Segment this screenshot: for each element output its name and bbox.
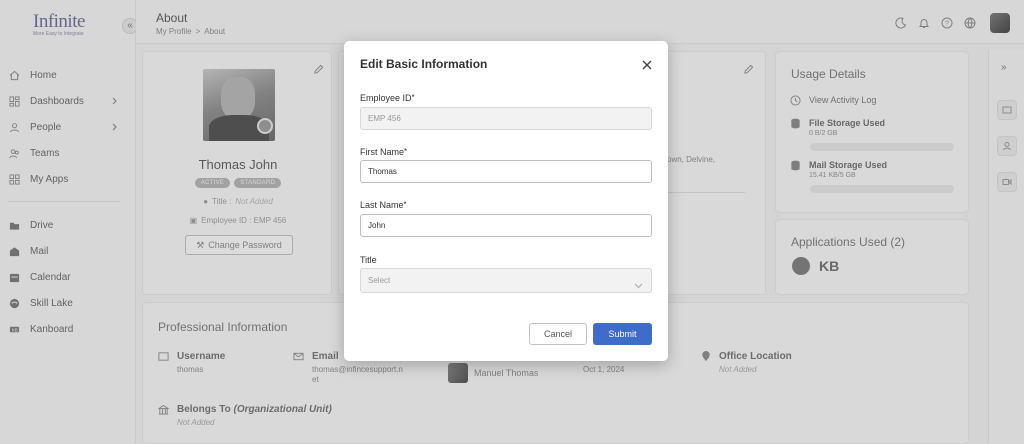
first-name-field[interactable]	[360, 160, 652, 183]
title-label: Title	[360, 255, 377, 265]
first-name-label: First Name*	[360, 147, 407, 157]
employee-id-label-text: Employee ID	[360, 93, 412, 103]
chevron-down-icon	[634, 276, 643, 289]
edit-basic-information-modal: Edit Basic Information Employee ID* Firs…	[344, 41, 668, 361]
title-select[interactable]: Select	[360, 268, 652, 293]
last-name-label: Last Name*	[360, 200, 407, 210]
employee-id-field[interactable]	[360, 107, 652, 130]
submit-button[interactable]: Submit	[593, 323, 652, 345]
last-name-label-text: Last Name	[360, 200, 404, 210]
required-mark: *	[404, 147, 408, 156]
cancel-button[interactable]: Cancel	[529, 323, 587, 345]
modal-title: Edit Basic Information	[360, 57, 488, 71]
title-select-placeholder: Select	[368, 276, 391, 285]
employee-id-label: Employee ID*	[360, 93, 415, 103]
last-name-field[interactable]	[360, 214, 652, 237]
first-name-label-text: First Name	[360, 147, 405, 157]
required-mark: *	[403, 200, 407, 209]
close-icon[interactable]	[640, 58, 654, 72]
required-mark: *	[411, 93, 415, 102]
